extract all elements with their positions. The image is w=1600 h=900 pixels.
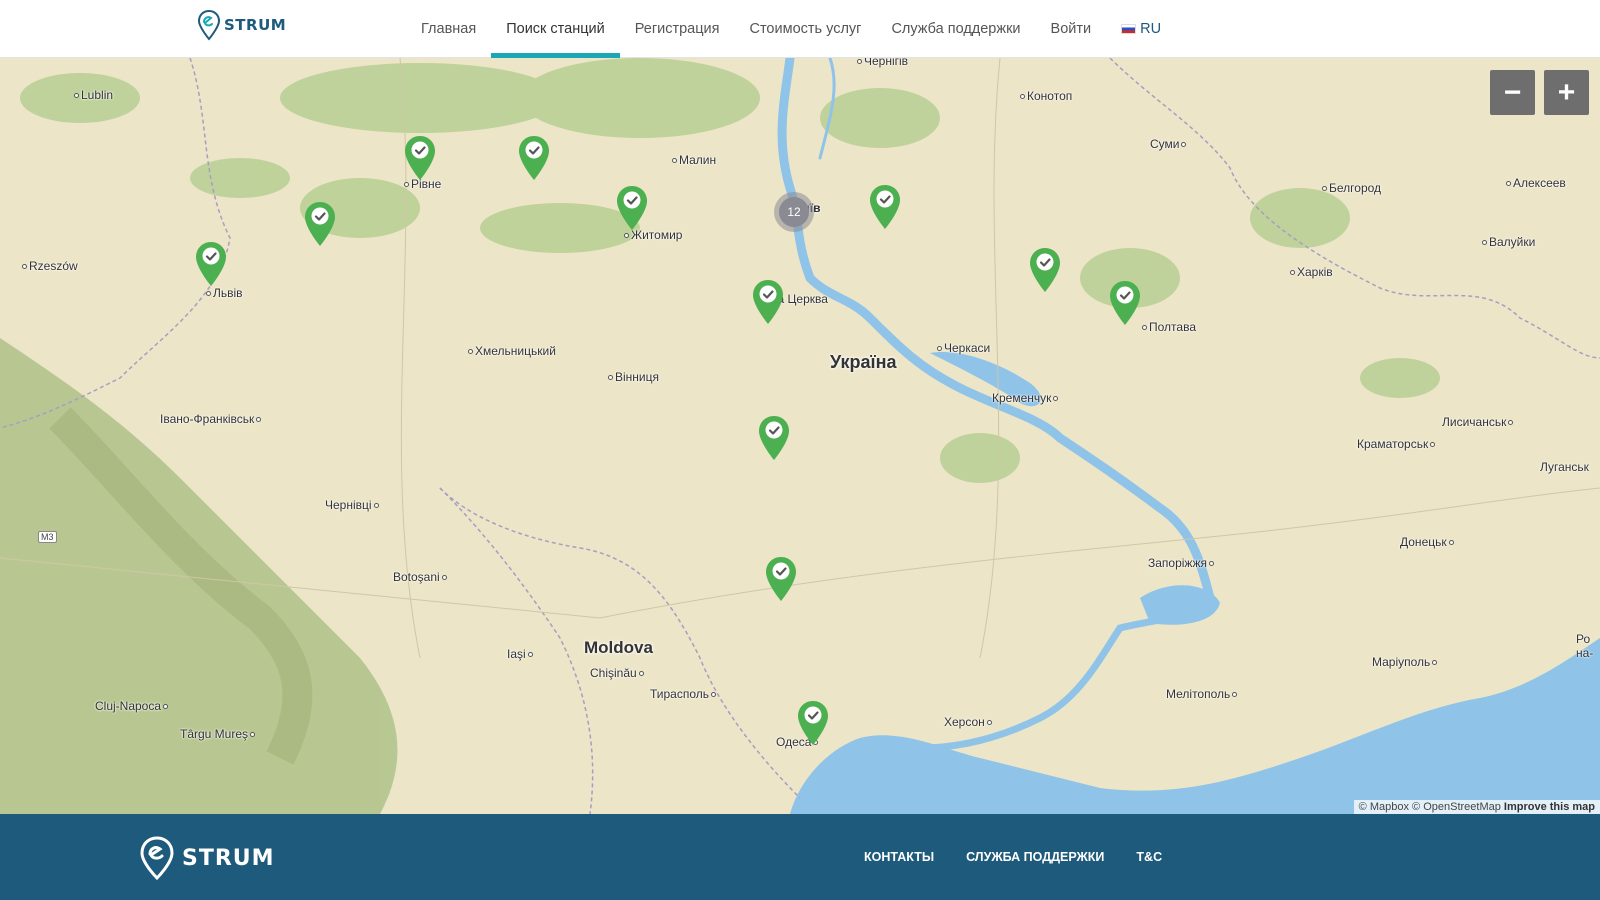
green-check-pin-icon bbox=[870, 185, 900, 229]
mapbox-link[interactable]: © Mapbox bbox=[1359, 801, 1409, 813]
station-marker[interactable] bbox=[403, 134, 437, 182]
green-check-pin-icon bbox=[798, 701, 828, 745]
nav-login[interactable]: Войти bbox=[1036, 0, 1107, 58]
language-selector[interactable]: RU bbox=[1106, 0, 1176, 58]
nav-pricing[interactable]: Стоимость услуг bbox=[734, 0, 876, 58]
station-cluster[interactable]: 12 bbox=[774, 192, 814, 232]
green-check-pin-icon bbox=[766, 557, 796, 601]
city-label: Валуйки bbox=[1480, 235, 1535, 249]
city-label: Конотоп bbox=[1018, 89, 1072, 103]
station-marker[interactable] bbox=[517, 134, 551, 182]
station-marker[interactable] bbox=[1108, 279, 1142, 327]
zoom-in-button[interactable]: + bbox=[1544, 70, 1589, 115]
station-marker[interactable] bbox=[796, 699, 830, 747]
osm-link[interactable]: © OpenStreetMap bbox=[1412, 801, 1501, 813]
brand-name: STRUM bbox=[224, 16, 287, 34]
road-shield: M3 bbox=[38, 531, 57, 543]
strum-logo[interactable]: STRUM bbox=[196, 9, 286, 41]
station-marker[interactable] bbox=[1028, 246, 1062, 294]
city-label: Суми bbox=[1150, 137, 1188, 151]
russian-flag-icon bbox=[1121, 24, 1137, 34]
city-label: Черкаси bbox=[935, 341, 990, 355]
station-marker[interactable] bbox=[194, 240, 228, 288]
green-check-pin-icon bbox=[196, 242, 226, 286]
green-check-pin-icon bbox=[519, 136, 549, 180]
zoom-out-button[interactable]: − bbox=[1490, 70, 1535, 115]
city-label: Запоріжжя bbox=[1148, 556, 1216, 570]
city-label: Вінниця bbox=[606, 370, 659, 384]
location-pin-logo-icon bbox=[140, 836, 174, 880]
city-label: Белгород bbox=[1320, 181, 1381, 195]
improve-map-link[interactable]: Improve this map bbox=[1504, 801, 1595, 813]
cluster-count: 12 bbox=[779, 197, 809, 227]
city-label: Харків bbox=[1288, 265, 1333, 279]
green-check-pin-icon bbox=[1030, 248, 1060, 292]
main-nav: Главная Поиск станций Регистрация Стоимо… bbox=[406, 0, 1176, 58]
city-label: Малин bbox=[670, 153, 716, 167]
footer-link-contacts[interactable]: КОНТАКТЫ bbox=[864, 850, 934, 864]
city-label: Târgu Mureş bbox=[180, 727, 257, 741]
green-check-pin-icon bbox=[1110, 281, 1140, 325]
city-label: Rzeszów bbox=[20, 259, 78, 273]
nav-registration[interactable]: Регистрация bbox=[620, 0, 735, 58]
station-marker[interactable] bbox=[751, 278, 785, 326]
city-label: Чернігів bbox=[855, 58, 908, 68]
city-label: Полтава bbox=[1140, 320, 1196, 334]
nav-station-search[interactable]: Поиск станций bbox=[491, 0, 620, 58]
city-label: Херсон bbox=[944, 715, 994, 729]
station-marker[interactable] bbox=[615, 184, 649, 232]
station-marker[interactable] bbox=[764, 555, 798, 603]
footer-link-terms[interactable]: T&C bbox=[1136, 850, 1162, 864]
green-check-pin-icon bbox=[305, 202, 335, 246]
city-label: Botoşani bbox=[393, 570, 449, 584]
station-marker[interactable] bbox=[868, 183, 902, 231]
footer: STRUM КОНТАКТЫ СЛУЖБА ПОДДЕРЖКИ T&C bbox=[0, 814, 1600, 900]
city-label: Ро на- bbox=[1576, 632, 1594, 660]
city-label: Тирасполь bbox=[650, 687, 718, 701]
station-marker[interactable] bbox=[757, 414, 791, 462]
location-pin-logo-icon bbox=[197, 9, 221, 41]
footer-links: КОНТАКТЫ СЛУЖБА ПОДДЕРЖКИ T&C bbox=[848, 814, 1178, 900]
green-check-pin-icon bbox=[405, 136, 435, 180]
city-label: Chişinău bbox=[590, 666, 646, 680]
city-label: Краматорськ bbox=[1357, 437, 1437, 451]
green-check-pin-icon bbox=[759, 416, 789, 460]
city-label: Львів bbox=[204, 286, 243, 300]
city-label: Маріуполь bbox=[1372, 655, 1439, 669]
nav-support[interactable]: Служба поддержки bbox=[876, 0, 1035, 58]
footer-link-support[interactable]: СЛУЖБА ПОДДЕРЖКИ bbox=[966, 850, 1104, 864]
station-map[interactable]: Lublin Rzeszów Рівне Львів Житомир Малин… bbox=[0, 58, 1600, 814]
city-label: Хмельницький bbox=[466, 344, 556, 358]
city-label: Чернівці bbox=[325, 498, 381, 512]
city-label: Донецьк bbox=[1400, 535, 1456, 549]
city-label: Кременчук bbox=[992, 391, 1060, 405]
city-label: Луганськ bbox=[1540, 460, 1589, 474]
footer-brand-name: STRUM bbox=[182, 845, 275, 871]
top-header: STRUM Главная Поиск станций Регистрация … bbox=[0, 0, 1600, 58]
nav-home[interactable]: Главная bbox=[406, 0, 491, 58]
station-marker[interactable] bbox=[303, 200, 337, 248]
green-check-pin-icon bbox=[753, 280, 783, 324]
footer-logo[interactable]: STRUM bbox=[138, 836, 275, 880]
city-label: Lublin bbox=[72, 88, 113, 102]
city-label: Мелітополь bbox=[1166, 687, 1239, 701]
green-check-pin-icon bbox=[617, 186, 647, 230]
country-label-ukraine: Україна bbox=[830, 352, 897, 372]
city-label: Iaşi bbox=[507, 647, 535, 661]
city-label: Алексеев bbox=[1504, 176, 1566, 190]
city-label: Івано-Франківськ bbox=[160, 412, 263, 426]
language-label: RU bbox=[1140, 21, 1162, 37]
country-label-moldova: Moldova bbox=[584, 638, 653, 657]
city-label: Cluj-Napoca bbox=[95, 699, 170, 713]
city-label: Лисичанськ bbox=[1442, 415, 1515, 429]
map-attribution: © Mapbox © OpenStreetMap Improve this ma… bbox=[1353, 800, 1600, 814]
